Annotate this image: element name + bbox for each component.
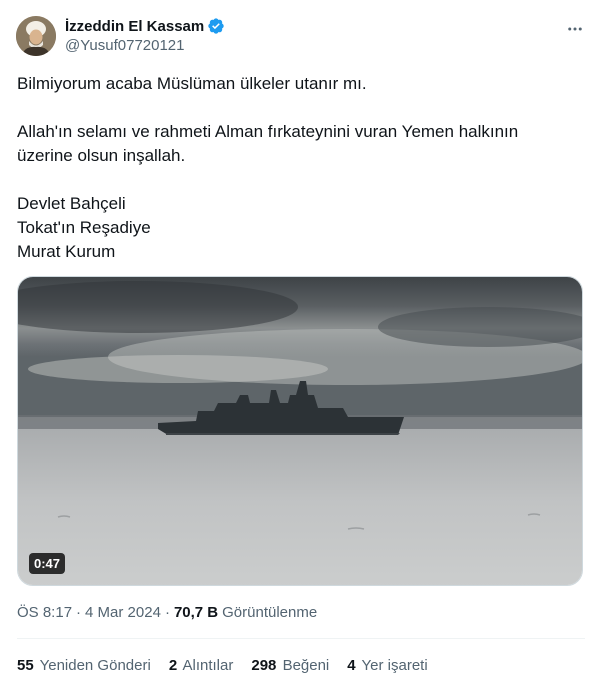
tweet-line: üzerine olsun inşallah. [17,146,186,165]
video-frame [18,277,582,585]
tweet-line-mention: Tokat'ın Reşadiye [17,218,151,237]
likes-stat[interactable]: 298 Beğeni [251,657,329,674]
tweet-card: İzzeddin El Kassam @Yusuf07720121 Bilmiy… [0,0,602,692]
tweet-line: Allah'ın selamı ve rahmeti Alman fırkate… [17,122,519,141]
tweet-meta: ÖS 8:17 · 4 Mar 2024 · 70,7 B Görüntülen… [17,604,317,621]
likes-label: Beğeni [282,657,330,674]
meta-separator: · [76,604,82,621]
bookmarks-label: Yer işareti [361,657,428,674]
tweet-time[interactable]: ÖS 8:17 [17,604,72,621]
quotes-count: 2 [168,657,178,674]
author-names: İzzeddin El Kassam @Yusuf07720121 [65,16,225,54]
tweet-date[interactable]: 4 Mar 2024 [85,604,161,621]
more-options-icon[interactable] [564,18,586,40]
engagement-stats: 55 Yeniden Gönderi 2 Alıntılar 298 Beğen… [17,657,446,674]
meta-separator: · [164,604,170,621]
views-count: 70,7 B [173,604,219,621]
display-name[interactable]: İzzeddin El Kassam [65,18,204,35]
retweets-label: Yeniden Gönderi [39,657,151,674]
video-duration: 0:47 [29,553,66,574]
tweet-line-mention: Murat Kurum [17,242,116,261]
video-player[interactable]: 0:47 [17,276,583,586]
tweet-line-mention: Devlet Bahçeli [17,194,126,213]
quotes-stat[interactable]: 2 Alıntılar [169,657,234,674]
quotes-label: Alıntılar [182,657,234,674]
views-label: Görüntülenme [222,604,318,621]
divider [17,638,585,639]
bookmarks-stat[interactable]: 4 Yer işareti [347,657,427,674]
tweet-text: Bilmiyorum acaba Müslüman ülkeler utanır… [17,72,583,264]
author-handle[interactable]: @Yusuf07720121 [65,37,225,54]
bookmarks-count: 4 [347,657,356,674]
verified-badge-icon[interactable] [207,17,225,35]
tweet-line: Bilmiyorum acaba Müslüman ülkeler utanır… [17,74,367,93]
retweets-stat[interactable]: 55 Yeniden Gönderi [17,657,151,674]
tweet-header: İzzeddin El Kassam @Yusuf07720121 [16,14,586,58]
avatar[interactable] [16,16,56,56]
likes-count: 298 [251,657,277,674]
retweets-count: 55 [17,657,34,674]
